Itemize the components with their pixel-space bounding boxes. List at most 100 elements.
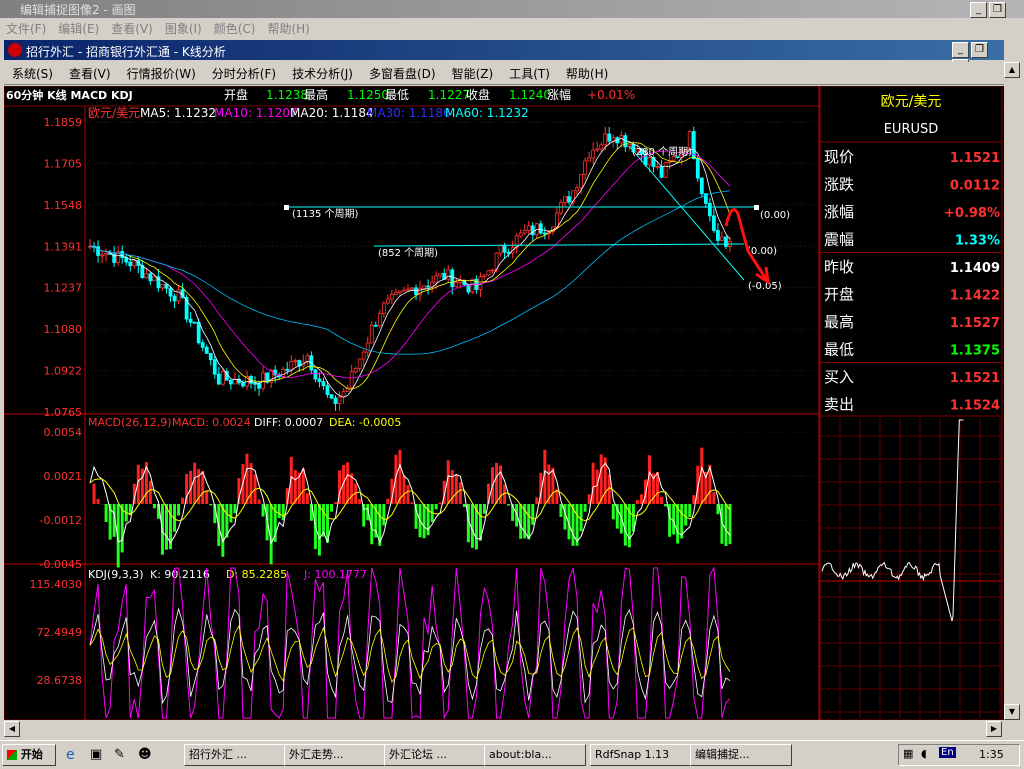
high-value: 1.1250 [347,88,389,102]
main-menu-item-1[interactable]: 编辑(E) [52,18,105,39]
ma10-label: MA10: 1.1207 [214,106,298,120]
scroll-right-arrow-icon[interactable]: ▶ [986,721,1002,737]
period-label: 60分钟 K线 MACD KDJ [6,88,133,102]
candle-body [447,270,450,279]
side-row-label-4: 昨收 [824,258,854,276]
close-label: 收盘 [466,87,490,102]
annotation-852: (852 个周期) [378,247,438,259]
app-menu-item-1[interactable]: 查看(V) [61,62,119,85]
low-value: 1.1227 [428,88,470,102]
app-menu-item-8[interactable]: 帮助(H) [558,62,616,85]
price-tick-2: 1.1548 [44,199,83,212]
macd-bar [93,484,96,504]
task-button-1[interactable]: 外汇走势... [284,744,386,766]
main-menu-item-0[interactable]: 文件(F) [0,18,52,39]
candle-body [258,384,261,389]
low-label: 最低 [385,88,409,102]
candle-body [330,395,333,398]
app-menu-item-4[interactable]: 技术分析(J) [284,62,361,85]
cycle-handle-left[interactable] [284,205,289,210]
candle-body [326,386,329,395]
taskbar: 开始 e ▣ ✎ ☻ 招行外汇 ...外汇走势...外汇论坛 ...about:… [0,740,1024,769]
kdj-j-value: J: 100.1777 [303,568,367,581]
app-restore-button[interactable]: ❐ [971,42,988,58]
candle-body [712,216,715,231]
candle-body [390,295,393,299]
candle-body [664,163,667,178]
macd-bar [306,493,309,504]
qq-icon[interactable]: ☻ [138,747,152,762]
app-minimize-button[interactable]: _ [952,42,969,58]
main-menu-item-2[interactable]: 查看(V) [105,18,159,39]
candle-body [608,134,611,141]
scroll-left-arrow-icon[interactable]: ◀ [4,721,20,737]
chart-area[interactable]: 60分钟 K线 MACD KDJ 开盘 1.1238 最高 1.1250 最低 … [4,86,1004,720]
candle-body [338,397,341,403]
task-button-5[interactable]: 编辑捕捉... [690,744,792,766]
notepad-icon[interactable]: ✎ [114,747,125,762]
price-tick-7: 1.0765 [44,406,83,419]
app-menu-item-6[interactable]: 智能(Z) [444,62,502,85]
network-icon[interactable]: ▦ [903,747,913,760]
annotation-280: (280 个周期) [632,146,692,158]
price-tick-6: 1.0922 [44,365,83,378]
macd-bar [330,504,333,512]
candle-body [716,230,719,240]
candle-body [423,286,426,288]
desktop-icon[interactable]: ▣ [90,747,102,762]
kline-chart-svg[interactable]: 60分钟 K线 MACD KDJ 开盘 1.1238 最高 1.1250 最低 … [4,86,1004,720]
change-label: 涨幅 [547,87,571,102]
candle-body [362,352,365,359]
candle-body [350,372,353,388]
kdj-header: KDJ(9,3,3) [88,568,144,581]
app-menu-item-0[interactable]: 系统(S) [4,62,61,85]
kdj-tick-2: 28.6738 [37,674,83,687]
candle-body [129,262,132,266]
app-menu-item-5[interactable]: 多窗看盘(D) [361,62,444,85]
task-button-3[interactable]: about:bla... [484,744,586,766]
candle-body [149,274,152,281]
main-menu-item-5[interactable]: 帮助(H) [261,18,315,39]
vertical-scrollbar[interactable]: ▲ ▼ [1004,62,1020,720]
candle-body [161,284,164,288]
macd-bar [423,504,426,538]
macd-bar [640,494,643,504]
candle-body [314,370,317,379]
chart-frame [4,86,819,720]
side-row-label-8: 买入 [824,368,854,386]
app-titlebar: 招行外汇 - 招商银行外汇通 - K线分析 _❐× [4,40,1004,60]
horizontal-scrollbar[interactable]: ◀ ▶ [4,720,1020,738]
volume-icon[interactable]: ◖ [921,747,927,760]
macd-bar [386,499,389,504]
candle-body [221,371,224,384]
start-button[interactable]: 开始 [2,744,56,766]
candle-body [487,271,490,275]
task-button-2[interactable]: 外汇论坛 ... [384,744,486,766]
macd-bar [177,504,180,515]
task-button-0[interactable]: 招行外汇 ... [184,744,286,766]
main-menu-item-3[interactable]: 图象(I) [159,18,208,39]
ma30-label: MA30: 1.1186 [367,106,451,120]
minimize-button[interactable]: _ [970,2,987,18]
app-menu-item-2[interactable]: 行情报价(W) [119,62,204,85]
language-indicator[interactable]: En [939,747,956,758]
macd-bar [636,500,639,504]
candle-body [354,368,357,371]
app-menu-item-7[interactable]: 工具(T) [501,62,558,85]
candle-body [427,286,430,287]
side-row-value-0: 1.1521 [950,151,1000,166]
ie-icon[interactable]: e [66,747,75,763]
macd-bar [527,504,530,539]
scroll-down-arrow-icon[interactable]: ▼ [1004,704,1020,720]
candle-body [282,369,285,377]
candle-body [455,283,458,287]
task-button-4[interactable]: RdfSnap 1.13 [590,744,692,766]
scroll-up-arrow-icon[interactable]: ▲ [1004,62,1020,78]
macd-bar [233,504,236,513]
app-menu-item-3[interactable]: 分时分析(F) [204,62,284,85]
cycle-handle-right[interactable] [754,205,759,210]
kdj-tick-1: 72.4949 [37,626,83,639]
restore-button[interactable]: ❐ [989,2,1006,18]
side-row-value-2: +0.98% [944,206,1000,221]
main-menu-item-4[interactable]: 颜色(C) [208,18,262,39]
